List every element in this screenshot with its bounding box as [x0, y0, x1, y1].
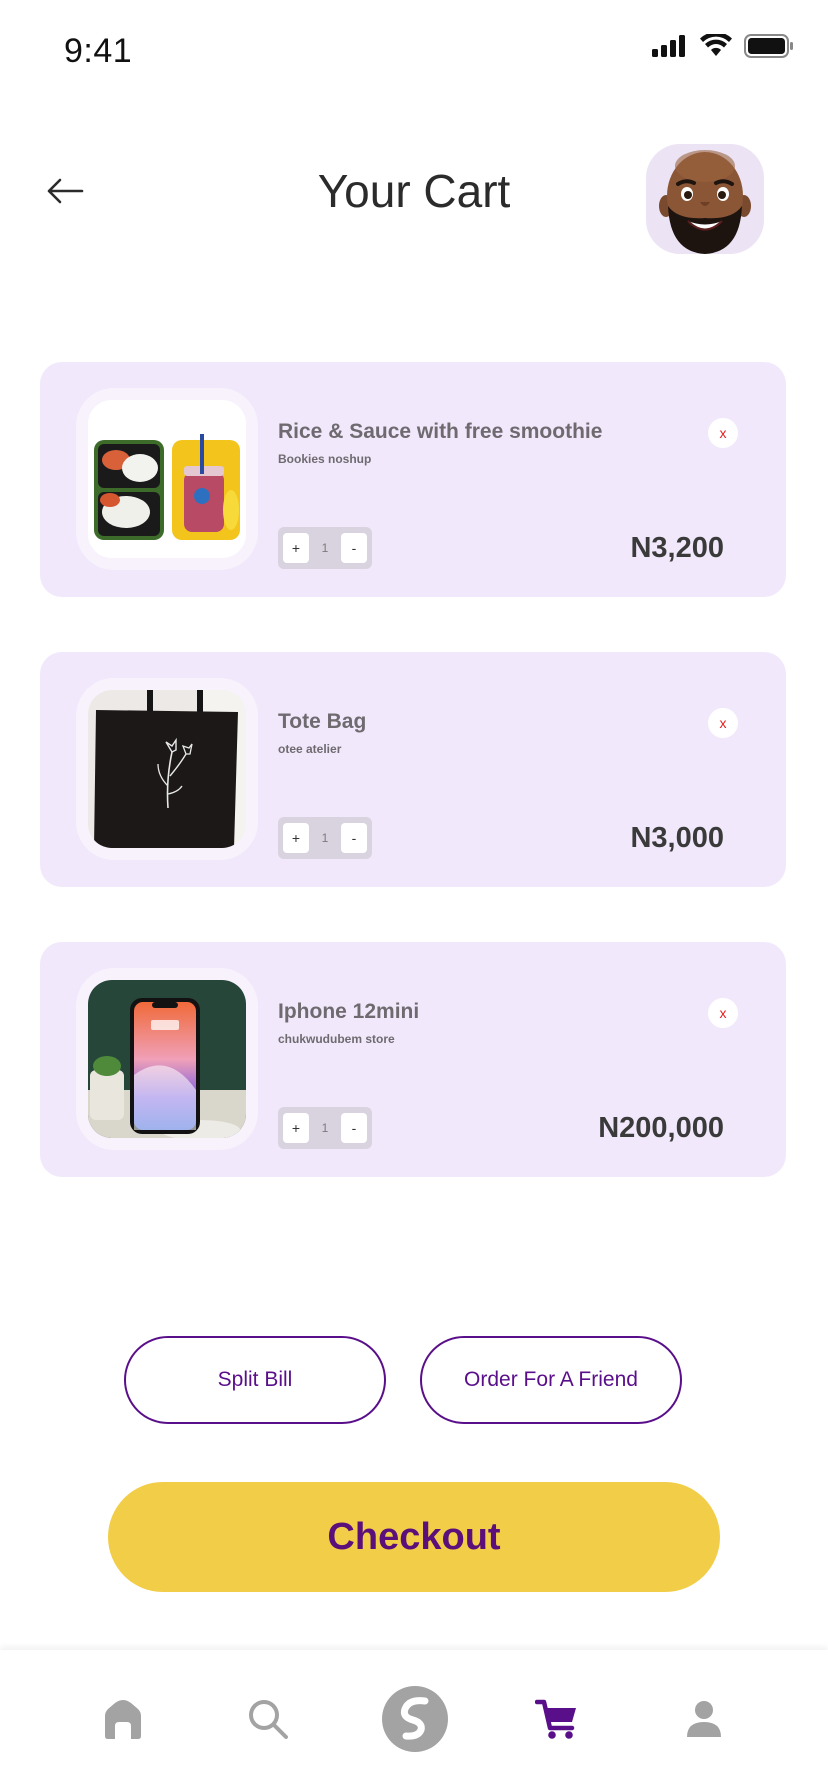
nav-search[interactable] [233, 1684, 303, 1754]
signal-icon [652, 35, 685, 57]
item-store: Bookies noshup [278, 452, 372, 466]
quantity-decrease-button[interactable]: - [341, 823, 367, 853]
quantity-stepper: + 1 - [278, 817, 372, 859]
nav-home[interactable] [88, 1684, 158, 1754]
bottom-nav [0, 1650, 828, 1792]
product-image-rice-smoothie [88, 400, 246, 558]
quantity-decrease-button[interactable]: - [341, 533, 367, 563]
remove-item-button[interactable]: x [708, 708, 738, 738]
cart-item: Iphone 12mini chukwudubem store x + 1 - … [40, 942, 786, 1177]
item-price: N3,000 [630, 822, 724, 854]
avatar[interactable] [646, 144, 764, 254]
battery-icon [744, 34, 793, 58]
item-name: Iphone 12mini [278, 1000, 420, 1023]
cart-icon [535, 1699, 576, 1739]
home-icon [105, 1700, 141, 1739]
quantity-increase-button[interactable]: + [283, 1113, 309, 1143]
quantity-decrease-button[interactable]: - [341, 1113, 367, 1143]
quantity-value: 1 [321, 541, 329, 555]
cart-item: Tote Bag otee atelier x + 1 - N3,000 [40, 652, 786, 887]
cart-item: Rice & Sauce with free smoothie Bookies … [40, 362, 786, 597]
product-thumbnail-frame [76, 388, 258, 570]
header: Your Cart [0, 120, 828, 270]
product-thumbnail-frame [76, 678, 258, 860]
remove-item-button[interactable]: x [708, 418, 738, 448]
nav-s-logo[interactable] [380, 1684, 450, 1754]
checkout-button[interactable]: Checkout [108, 1482, 720, 1592]
item-name: Rice & Sauce with free smoothie [278, 420, 603, 443]
memoji-avatar-icon [659, 150, 751, 254]
cart-list: Rice & Sauce with free smoothie Bookies … [40, 362, 786, 1232]
remove-item-button[interactable]: x [708, 998, 738, 1028]
s-logo-icon [382, 1686, 448, 1752]
search-icon [249, 1700, 288, 1739]
quantity-value: 1 [321, 1121, 329, 1135]
quantity-stepper: + 1 - [278, 527, 372, 569]
status-icons [652, 34, 794, 58]
status-bar: 9:41 [0, 0, 828, 100]
split-bill-button[interactable]: Split Bill [124, 1336, 386, 1424]
nav-profile[interactable] [669, 1684, 739, 1754]
item-store: chukwudubem store [278, 1032, 395, 1046]
product-thumbnail-frame [76, 968, 258, 1150]
status-time: 9:41 [64, 32, 133, 70]
product-image-tote-bag [88, 690, 246, 848]
item-store: otee atelier [278, 742, 342, 756]
wifi-icon [700, 34, 732, 56]
product-image-iphone [88, 980, 246, 1138]
quantity-value: 1 [321, 831, 329, 845]
order-for-friend-button[interactable]: Order For A Friend [420, 1336, 682, 1424]
quantity-stepper: + 1 - [278, 1107, 372, 1149]
quantity-increase-button[interactable]: + [283, 823, 309, 853]
profile-icon [687, 1701, 721, 1737]
quantity-increase-button[interactable]: + [283, 533, 309, 563]
item-price: N3,200 [630, 532, 724, 564]
item-name: Tote Bag [278, 710, 367, 733]
item-price: N200,000 [598, 1112, 724, 1144]
nav-cart[interactable] [522, 1684, 592, 1754]
